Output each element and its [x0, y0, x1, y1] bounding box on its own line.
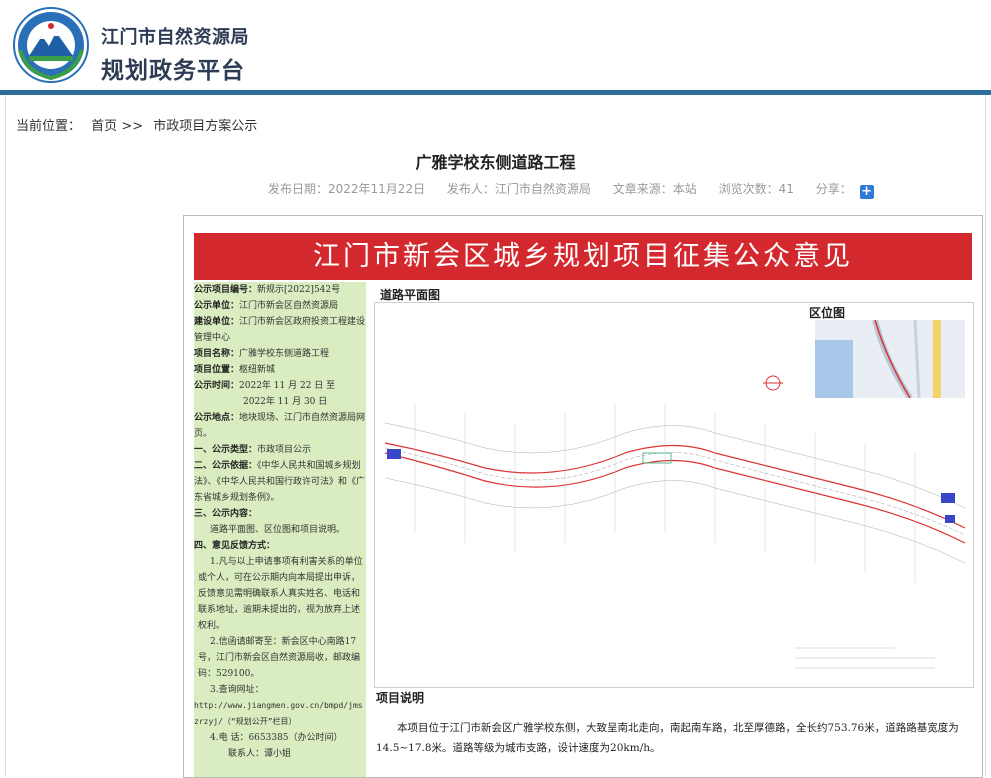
breadcrumb: 当前位置： 首页 >> 市政项目方案公示 [16, 115, 257, 134]
feedback-contact: 联系人：谭小姐 [228, 749, 292, 759]
section-label: 四、意见反馈方式： [194, 541, 276, 551]
info-label: 项目名称： [194, 349, 240, 359]
road-plan-map: 区位图 [374, 302, 974, 688]
project-description-title: 项目说明 [376, 691, 425, 705]
section-label: 二、公示依据： [194, 461, 258, 471]
poster-info-panel: 公示项目编号：新规示[2022]542号 公示单位：江门市新会区自然资源局 建设… [194, 282, 366, 777]
section-label: 一、公示类型： [194, 445, 258, 455]
view-count: 浏览次数：41 [718, 182, 794, 196]
info-label: 公示单位： [194, 301, 240, 311]
breadcrumb-separator: >> [121, 119, 144, 134]
poster-banner: 江门市新会区城乡规划项目征集公众意见 [194, 233, 972, 280]
info-value: 枢纽新城 [239, 365, 276, 375]
location-map-box: 区位图 [805, 303, 971, 400]
info-label: 公示地点： [194, 413, 240, 423]
project-description: 本项目位于江门市新会区广雅学校东侧，大致呈南北走向，南起南车路，北至厚德路，全长… [376, 722, 959, 754]
publish-date: 发布日期：2022年11月22日 [268, 182, 426, 196]
mountain-emblem-icon [13, 7, 89, 83]
breadcrumb-current-link[interactable]: 市政项目方案公示 [153, 119, 257, 134]
feedback-item: 1.凡与以上申请事项有利害关系的单位或个人，可在公示期内向本局提出申诉，反馈意见… [198, 557, 363, 631]
info-value: 2022年 11 月 30 日 [243, 397, 328, 407]
info-value: 广雅学校东侧道路工程 [239, 349, 330, 359]
article-source: 文章来源：本站 [612, 182, 697, 196]
info-label: 公示时间： [194, 381, 240, 391]
location-map [815, 319, 965, 400]
site-subtitle: 规划政务平台 [101, 58, 245, 84]
frame-border-left [5, 95, 6, 776]
share-label: 分享： [815, 182, 852, 196]
article-meta: 发布日期：2022年11月22日 发布人：江门市自然资源局 文章来源：本站 浏览… [268, 180, 892, 199]
notice-poster: 江门市新会区城乡规划项目征集公众意见 公示项目编号：新规示[2022]542号 … [183, 215, 983, 778]
feedback-url: http://www.jiangmen.gov.cn/bmpd/jmszrzyj… [194, 701, 363, 726]
article-title: 广雅学校东侧道路工程 [415, 153, 576, 172]
feedback-item: 2.信函请邮寄至：新会区中心南路17号，江门市新会区自然资源局收，邮政编码：52… [198, 637, 361, 679]
feedback-phone: 4.电 话：6653385（办公时间） [210, 733, 343, 743]
site-header: 江门市自然资源局 规划政务平台 [0, 0, 991, 90]
info-value: 2022年 11 月 22 日 至 [239, 381, 336, 391]
feedback-item: 3.查询网址： [210, 685, 264, 695]
road-plan-title: 道路平面图 [380, 288, 441, 302]
info-label: 公示项目编号： [194, 285, 258, 295]
breadcrumb-home-link[interactable]: 首页 [91, 119, 117, 134]
breadcrumb-label: 当前位置： [16, 119, 82, 134]
section-label: 三、公示内容： [194, 509, 258, 519]
info-value: 江门市新会区自然资源局 [239, 301, 339, 311]
location-map-title: 区位图 [809, 306, 846, 320]
info-label: 建设单位： [194, 317, 240, 327]
publisher: 发布人：江门市自然资源局 [446, 182, 591, 196]
location-map-drawing [815, 319, 965, 400]
info-value: 市政项目公示 [257, 445, 312, 455]
site-name: 江门市自然资源局 [101, 27, 249, 48]
info-label: 项目位置： [194, 365, 240, 375]
info-value: 道路平面图、区位图和项目说明。 [210, 525, 346, 535]
frame-border-right [985, 95, 986, 776]
header-divider [0, 90, 991, 95]
share-plus-icon[interactable]: + [859, 185, 874, 199]
info-value: 新规示[2022]542号 [257, 285, 341, 295]
